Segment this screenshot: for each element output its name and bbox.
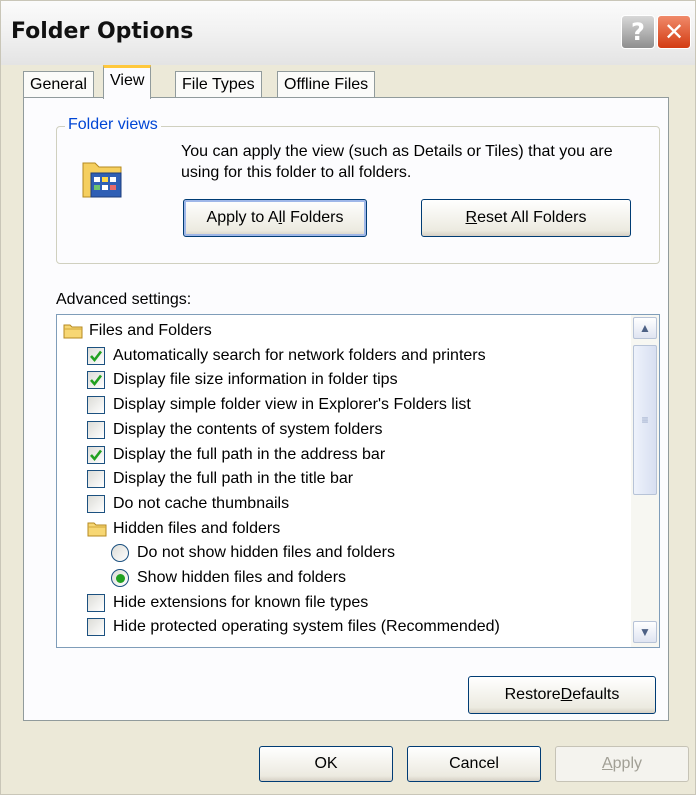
tab-strip: General View File Types Offline Files bbox=[23, 65, 673, 99]
apply-label-end: pply bbox=[612, 755, 643, 772]
apply-all-label-end: l Folders bbox=[282, 209, 344, 226]
reset-all-accelerator: R bbox=[465, 209, 478, 226]
radio-show-hidden-files-and-folders[interactable]: Show hidden files and folders bbox=[111, 566, 346, 590]
setting-label: Do not show hidden files and folders bbox=[137, 544, 395, 562]
restore-accelerator: D bbox=[560, 686, 573, 703]
scroll-up-button[interactable]: ▲ bbox=[633, 317, 657, 339]
checkbox-hide-extensions-for-known-file-types[interactable]: Hide extensions for known file types bbox=[87, 591, 368, 615]
setting-label: Display the full path in the address bar bbox=[113, 445, 386, 463]
setting-label: Hide protected operating system files (R… bbox=[113, 618, 500, 636]
checkbox-unchecked-icon[interactable] bbox=[87, 618, 105, 637]
restore-defaults-button[interactable]: Restore Defaults bbox=[468, 676, 656, 714]
question-mark-icon: ? bbox=[631, 18, 645, 46]
radio-unselected-icon[interactable] bbox=[111, 544, 129, 563]
tab-view[interactable]: View bbox=[103, 65, 152, 99]
close-button[interactable]: ✕ bbox=[657, 15, 691, 49]
setting-label: Display the full path in the title bar bbox=[113, 470, 354, 488]
apply-to-all-folders-button[interactable]: Apply to All Folders bbox=[183, 199, 367, 237]
setting-label: Do not cache thumbnails bbox=[113, 494, 290, 512]
folder-icon bbox=[87, 521, 113, 537]
checkbox-checked-icon[interactable] bbox=[87, 346, 105, 365]
checkbox-display-the-contents-of-system-folders[interactable]: Display the contents of system folders bbox=[87, 418, 382, 442]
grip-icon: ≡ bbox=[641, 413, 649, 427]
setting-label: Hidden files and folders bbox=[113, 519, 281, 537]
advanced-settings-tree[interactable]: Files and Folders Automatically search fo… bbox=[56, 314, 660, 648]
setting-label: Files and Folders bbox=[89, 322, 212, 339]
tree-group-hidden-files-and-folders: Hidden files and folders bbox=[87, 517, 280, 541]
folder-views-legend: Folder views bbox=[65, 116, 161, 134]
tab-general[interactable]: General bbox=[23, 71, 94, 99]
folder-views-description: You can apply the view (such as Details … bbox=[181, 143, 613, 181]
close-icon: ✕ bbox=[663, 18, 685, 46]
checkbox-unchecked-icon[interactable] bbox=[87, 494, 105, 513]
chevron-up-icon: ▲ bbox=[639, 321, 651, 335]
scroll-thumb[interactable]: ≡ bbox=[633, 345, 657, 495]
checkbox-unchecked-icon[interactable] bbox=[87, 396, 105, 415]
checkbox-automatically-search-for-network-folders-and-printers[interactable]: Automatically search for network folders… bbox=[87, 344, 486, 368]
vertical-scrollbar[interactable]: ▲ ≡ ▼ bbox=[631, 315, 659, 647]
view-tab-panel: Folder views You can apply the view (suc… bbox=[23, 97, 669, 721]
setting-label: Hide extensions for known file types bbox=[113, 593, 369, 611]
checkbox-checked-icon[interactable] bbox=[87, 445, 105, 464]
checkbox-display-simple-folder-view-in-explorer-s-folders-list[interactable]: Display simple folder view in Explorer's… bbox=[87, 393, 471, 417]
folder-options-dialog: Folder Options ? ✕ General View File Typ… bbox=[0, 0, 696, 795]
checkbox-display-the-full-path-in-the-title-bar[interactable]: Display the full path in the title bar bbox=[87, 467, 353, 491]
setting-label: Display simple folder view in Explorer's… bbox=[113, 396, 471, 414]
checkbox-checked-icon[interactable] bbox=[87, 371, 105, 390]
restore-label-start: Restore bbox=[504, 686, 561, 703]
checkbox-unchecked-icon[interactable] bbox=[87, 593, 105, 612]
setting-label: Display file size information in folder … bbox=[113, 371, 398, 389]
window-title: Folder Options bbox=[11, 19, 194, 44]
reset-all-folders-button[interactable]: Reset All Folders bbox=[421, 199, 631, 237]
tab-file-types[interactable]: File Types bbox=[175, 71, 262, 99]
checkbox-hide-protected-operating-system-files-recommended[interactable]: Hide protected operating system files (R… bbox=[87, 615, 500, 639]
chevron-down-icon: ▼ bbox=[639, 625, 651, 639]
restore-label-end: efaults bbox=[572, 686, 620, 703]
ok-button[interactable]: OK bbox=[259, 746, 393, 782]
tree-group-files-and-folders: Files and Folders bbox=[63, 319, 212, 343]
radio-do-not-show-hidden-files-and-folders[interactable]: Do not show hidden files and folders bbox=[111, 541, 395, 565]
apply-button[interactable]: Apply bbox=[555, 746, 689, 782]
checkbox-display-file-size-information-in-folder-tips[interactable]: Display file size information in folder … bbox=[87, 368, 398, 392]
checkbox-display-the-full-path-in-the-address-bar[interactable]: Display the full path in the address bar bbox=[87, 443, 385, 467]
title-bar[interactable]: Folder Options ? ✕ bbox=[1, 1, 695, 65]
advanced-settings-label: Advanced settings: bbox=[56, 291, 192, 308]
setting-label: Show hidden files and folders bbox=[137, 569, 347, 586]
scroll-down-button[interactable]: ▼ bbox=[633, 621, 657, 643]
checkbox-unchecked-icon[interactable] bbox=[87, 420, 105, 439]
tab-offline-files[interactable]: Offline Files bbox=[277, 71, 376, 99]
folder-views-group: Folder views You can apply the view (suc… bbox=[56, 116, 660, 264]
checkbox-do-not-cache-thumbnails[interactable]: Do not cache thumbnails bbox=[87, 492, 289, 516]
setting-label: Display the contents of system folders bbox=[113, 420, 383, 438]
folder-icon bbox=[63, 323, 89, 339]
help-button[interactable]: ? bbox=[621, 15, 655, 49]
apply-accelerator: A bbox=[601, 755, 613, 772]
reset-all-label-end: eset All Folders bbox=[477, 209, 587, 226]
cancel-button[interactable]: Cancel bbox=[407, 746, 541, 782]
folder-views-icon bbox=[82, 162, 122, 198]
checkbox-unchecked-icon[interactable] bbox=[87, 470, 105, 489]
radio-selected-icon[interactable] bbox=[111, 569, 129, 587]
apply-all-label-start: Apply to A bbox=[206, 209, 279, 226]
setting-label: Automatically search for network folders… bbox=[113, 346, 486, 364]
